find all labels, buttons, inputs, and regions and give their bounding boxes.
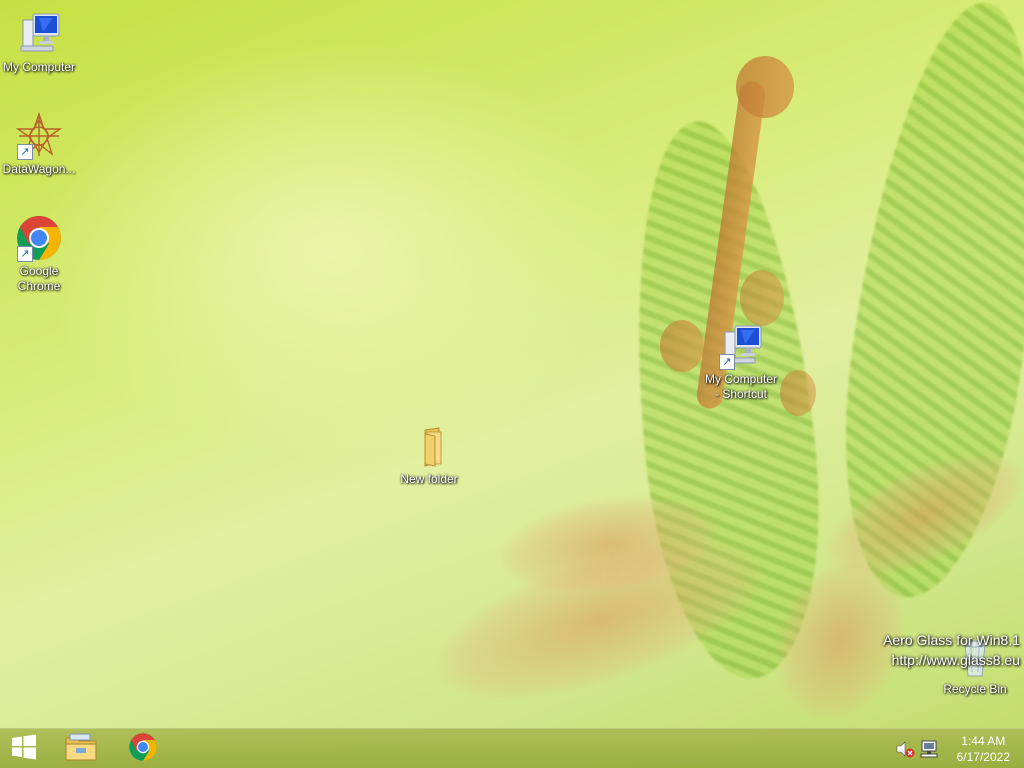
shortcut-arrow-icon: ↗	[17, 144, 33, 160]
watermark-line2: http://www.glass8.eu	[891, 652, 1020, 668]
desktop-icon-label: New folder	[400, 472, 458, 486]
desktop-icon-datawagon[interactable]: ↗ DataWagon...	[0, 111, 81, 177]
aero-glass-watermark: Aero Glass for Win8.1 http://www.glass8.…	[883, 630, 1020, 670]
desktop-icon-label: DataWagon...	[2, 162, 76, 176]
shortcut-arrow-icon: ↗	[17, 246, 33, 262]
desktop-icon-label: My Computer - Shortcut	[704, 372, 778, 401]
computer-icon: ↗	[717, 322, 765, 370]
desktop-icon-my-computer-shortcut[interactable]: ↗ My Computer - Shortcut	[699, 322, 783, 402]
desktop[interactable]: My Computer ↗ DataWagon... ↗ Google Chro…	[0, 0, 1024, 768]
desktop-icon-label: Recycle Bin	[943, 682, 1007, 696]
desktop-icon-new-folder[interactable]: New folder	[387, 422, 471, 487]
chrome-icon: ↗	[15, 214, 63, 262]
desktop-icon-my-computer[interactable]: My Computer	[0, 10, 81, 75]
file-explorer-icon	[64, 732, 98, 767]
computer-icon	[15, 10, 63, 58]
clock-time: 1:44 AM	[961, 734, 1006, 748]
taskbar-file-explorer-button[interactable]	[58, 729, 104, 768]
network-icon[interactable]	[918, 738, 940, 760]
desktop-icon-label: My Computer	[2, 60, 76, 74]
desktop-icon-label: Google Chrome	[17, 264, 61, 293]
system-tray	[894, 729, 940, 768]
windows-start-icon	[11, 734, 37, 765]
watermark-line1: Aero Glass for Win8.1	[883, 632, 1020, 648]
folder-icon	[405, 422, 453, 470]
taskbar-clock[interactable]: 1:44 AM 6/17/2022	[957, 733, 1010, 765]
volume-muted-icon[interactable]	[894, 738, 916, 760]
datawagon-icon: ↗	[15, 111, 63, 160]
start-button[interactable]	[2, 729, 46, 768]
chrome-icon	[128, 732, 158, 767]
desktop-icon-google-chrome[interactable]: ↗ Google Chrome	[0, 214, 81, 294]
taskbar[interactable]: 1:44 AM 6/17/2022	[0, 728, 1024, 768]
taskbar-chrome-button[interactable]	[120, 729, 166, 768]
wallpaper	[0, 0, 1024, 736]
clock-date: 6/17/2022	[956, 750, 1010, 764]
shortcut-arrow-icon: ↗	[719, 354, 735, 370]
